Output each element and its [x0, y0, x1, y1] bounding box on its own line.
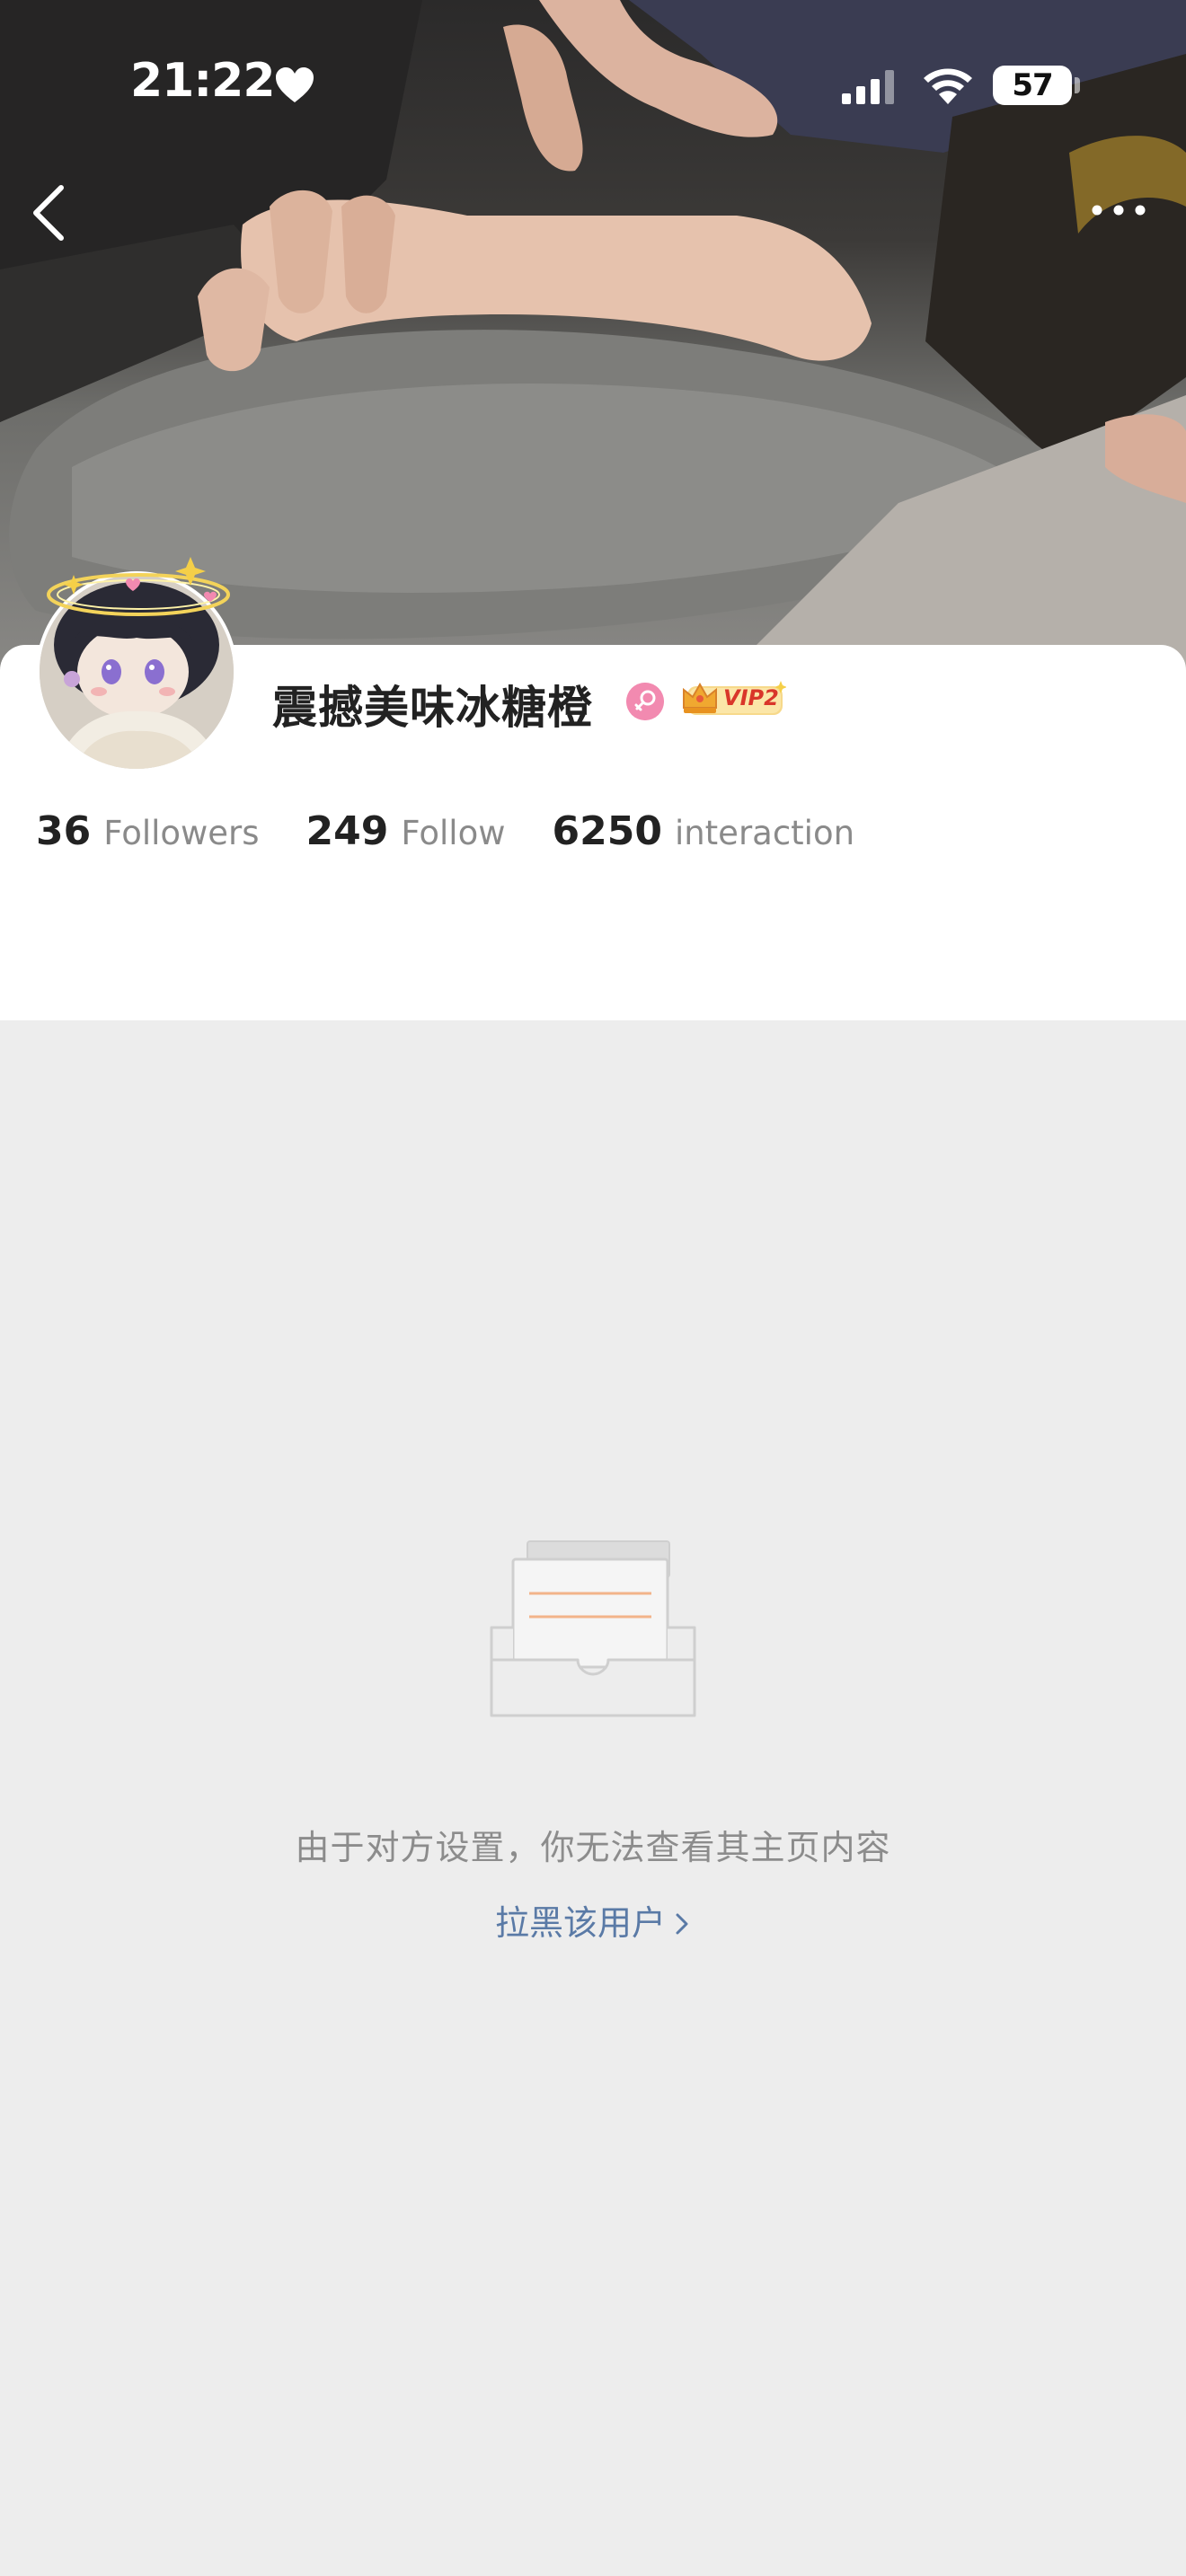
empty-inbox-icon [490, 1540, 696, 1717]
battery-tip [1075, 77, 1080, 93]
stat-followers-label: Followers [103, 814, 260, 852]
battery-level: 57 [1012, 67, 1053, 103]
heart-icon [276, 67, 314, 102]
vip-badge[interactable]: VIP2 [680, 677, 787, 720]
stat-interaction[interactable]: 6250 interaction [552, 808, 854, 854]
status-time: 21:22 [130, 54, 276, 108]
block-user-link[interactable]: 拉黑该用户 [0, 1895, 1186, 1945]
stat-follow-label: Follow [401, 814, 506, 852]
stat-followers[interactable]: 36 Followers [36, 808, 260, 854]
stat-follow-value: 249 [305, 808, 389, 854]
battery-icon: 57 [993, 66, 1072, 105]
stat-followers-value: 36 [36, 808, 92, 854]
more-dots-icon[interactable] [1078, 190, 1159, 230]
chevron-left-icon[interactable] [20, 175, 74, 247]
cellular-signal-icon [842, 70, 894, 104]
status-bar: 21:22 57 [0, 0, 1186, 162]
stats-row: 36 Followers 249 Follow 6250 interaction [36, 808, 901, 871]
sparkle-halo-icon [47, 557, 230, 616]
empty-state-message: 由于对方设置，你无法查看其主页内容 [295, 1828, 891, 1867]
female-icon [626, 683, 664, 720]
block-user-label: 拉黑该用户 [494, 1903, 666, 1943]
chevron-right-icon [676, 1913, 688, 1935]
stat-interaction-value: 6250 [552, 808, 662, 854]
username: 震撼美味冰糖橙 [272, 682, 593, 734]
stat-follow[interactable]: 249 Follow [306, 808, 506, 854]
vip-label: VIP2 [723, 685, 779, 710]
avatar-frame[interactable] [20, 539, 253, 790]
wifi-icon [924, 68, 972, 104]
stat-interaction-label: interaction [674, 814, 855, 852]
